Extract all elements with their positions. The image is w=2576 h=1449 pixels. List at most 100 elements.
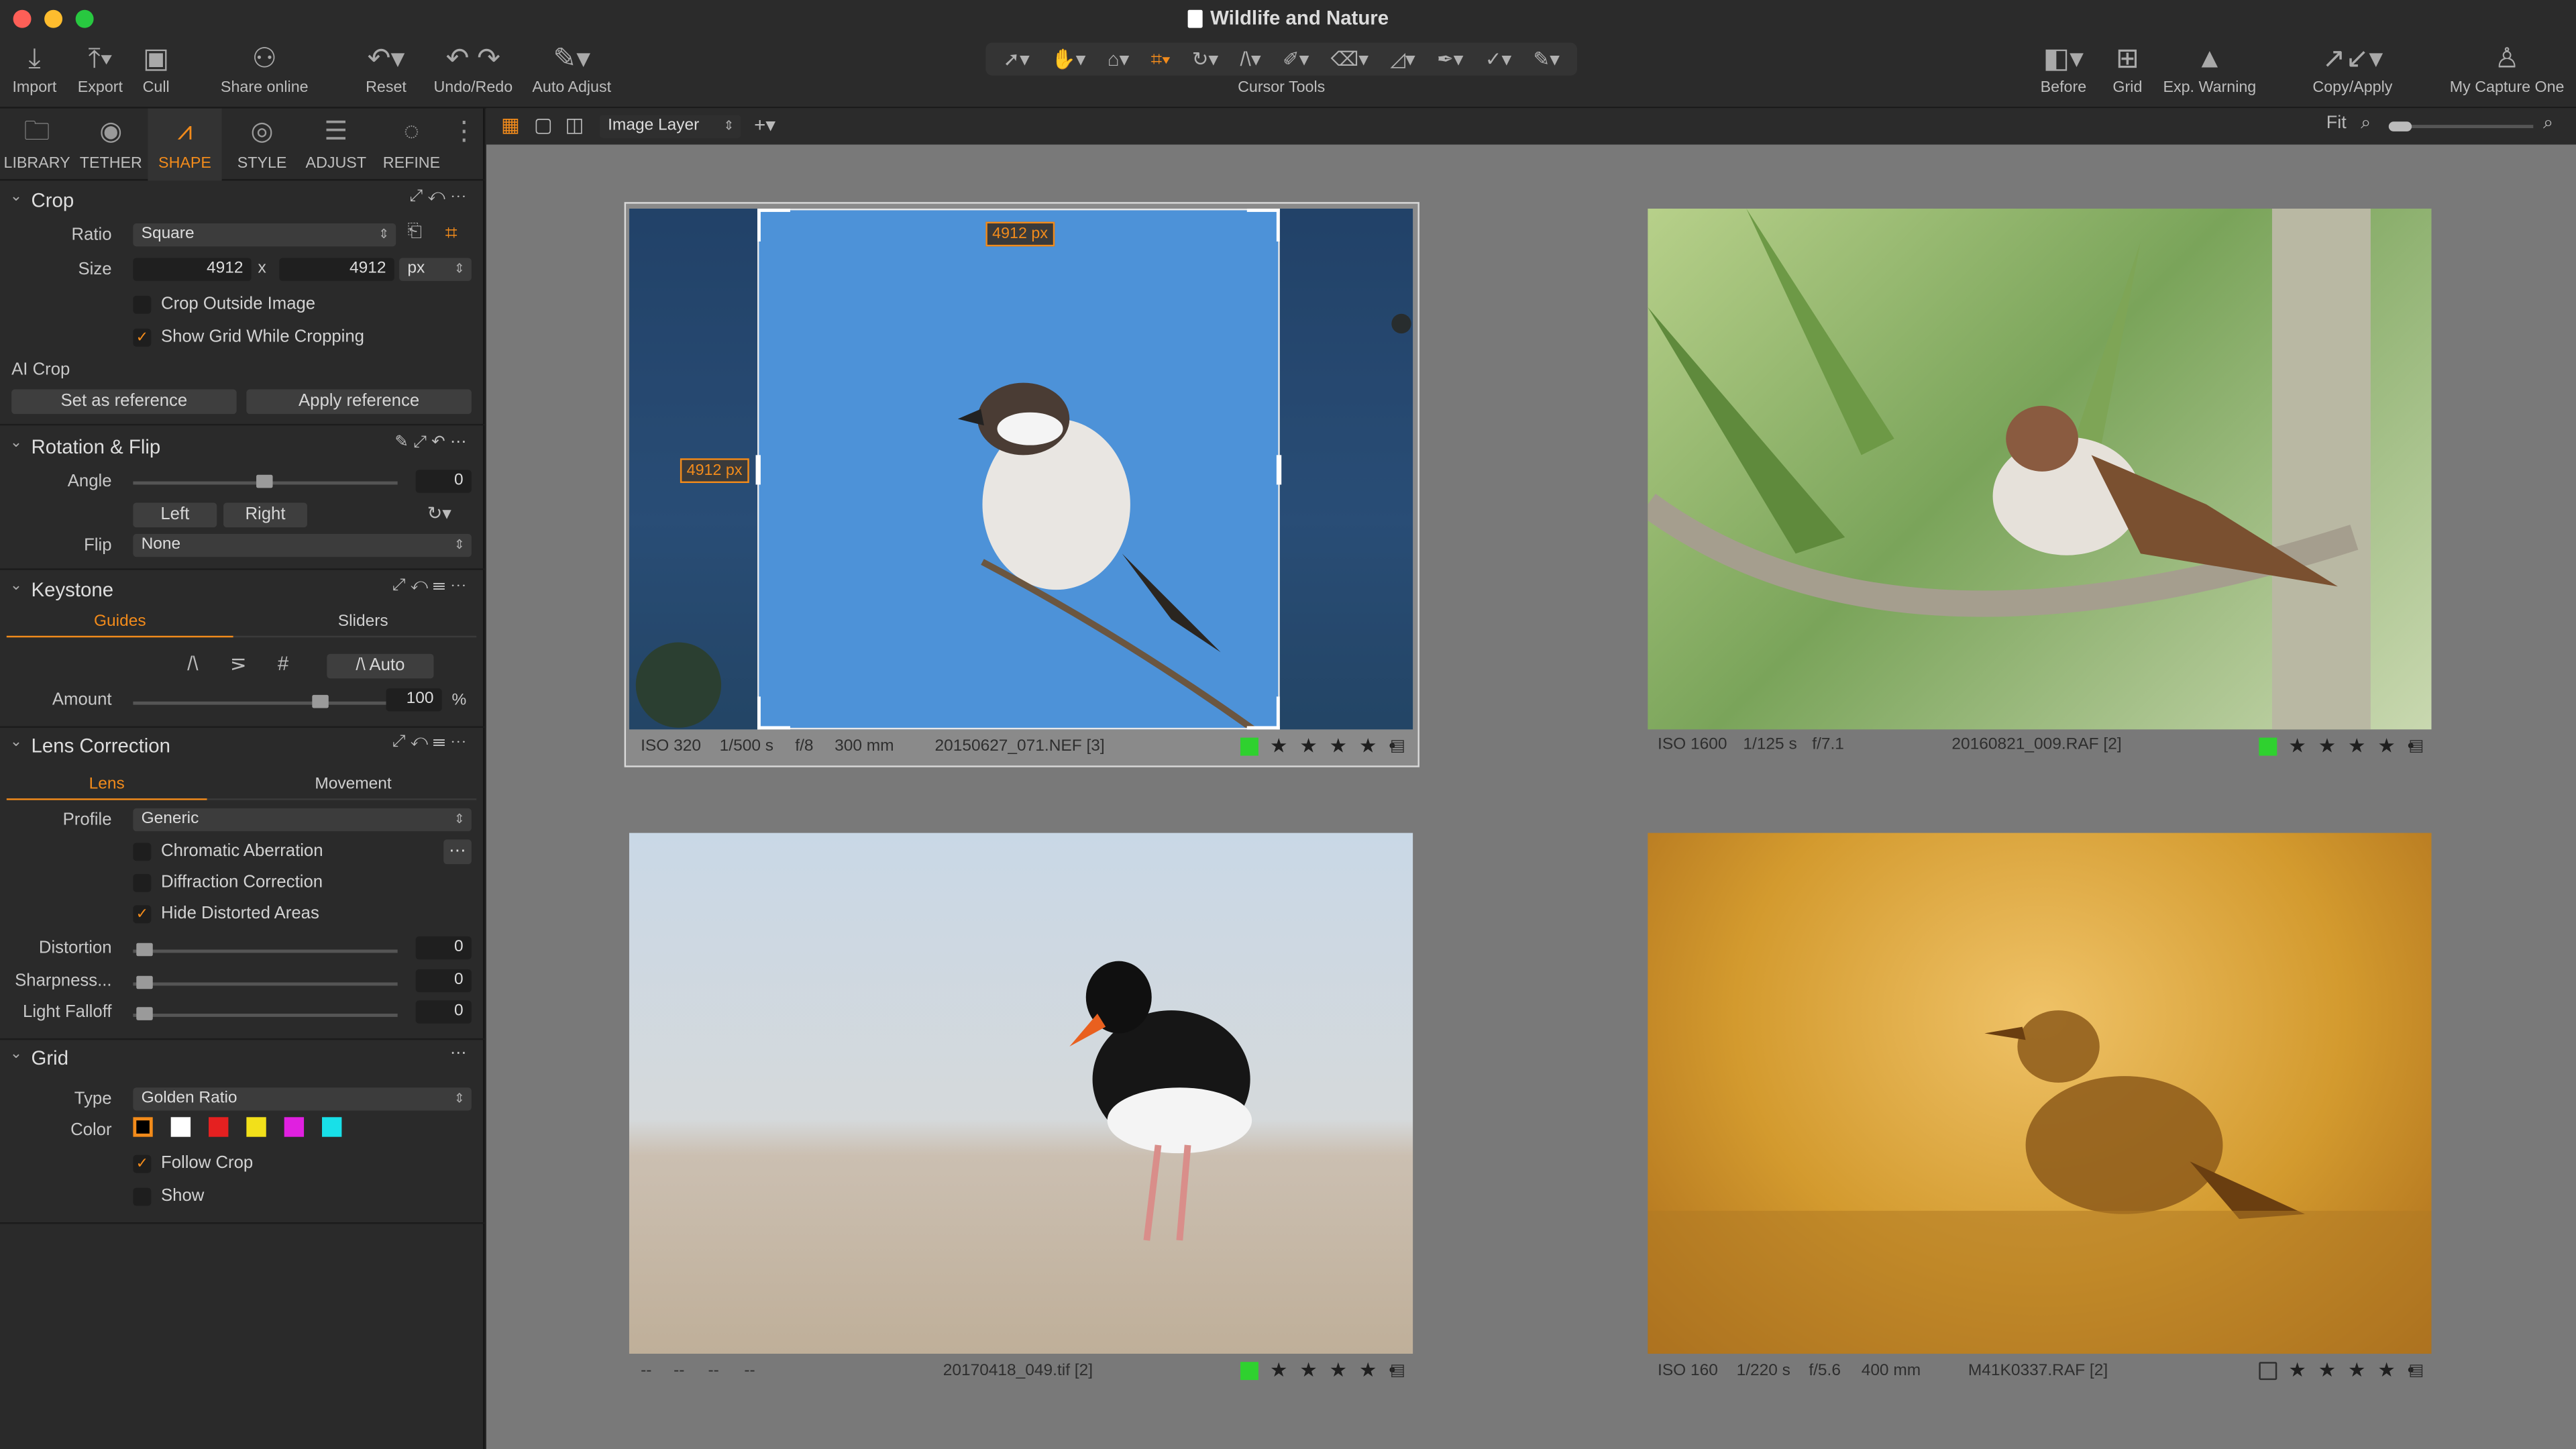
grid-color-swatch[interactable] bbox=[246, 1117, 266, 1137]
info-icon[interactable]: ▤ bbox=[2408, 1362, 2424, 1380]
rotation-section-header[interactable]: ⌄ Rotation & Flip ✎⤢↶⋯ bbox=[0, 431, 484, 464]
crop-tool-icon[interactable]: ⌗ bbox=[445, 220, 458, 246]
tab-adjust[interactable]: ☰ ADJUST bbox=[299, 109, 373, 181]
chromatic-more-button[interactable]: ⋯ bbox=[443, 839, 472, 865]
grid-color-swatch[interactable] bbox=[322, 1117, 342, 1137]
tab-lens[interactable]: Lens bbox=[7, 775, 207, 794]
set-reference-button[interactable]: Set as reference bbox=[11, 389, 237, 415]
follow-crop-checkbox[interactable]: ✓ Follow Crop bbox=[133, 1153, 253, 1175]
amount-input[interactable]: 100 bbox=[386, 688, 442, 712]
crop-cursor-icon[interactable]: ⌗▾ bbox=[1151, 47, 1171, 72]
zoom-window-button[interactable] bbox=[75, 9, 94, 28]
import-button[interactable]: ⤓ Import bbox=[8, 36, 60, 109]
crop-handle[interactable] bbox=[1276, 696, 1280, 730]
keystone-section-header[interactable]: ⌄ Keystone ⤢↶☰⋯ bbox=[0, 574, 484, 606]
copy-apply-button[interactable]: ↗↙▾ Copy/Apply bbox=[2303, 36, 2402, 109]
keystone-horizontal-icon[interactable]: ⋝ bbox=[230, 652, 247, 675]
lens-section-header[interactable]: ⌄ Lens Correction ⤢↶☰⋯ bbox=[0, 729, 484, 762]
crop-outside-checkbox[interactable]: Crop Outside Image bbox=[133, 294, 315, 315]
single-view-icon[interactable]: ▢ bbox=[534, 113, 553, 136]
star-rating[interactable]: ★ ★ ★ ★ • bbox=[1270, 1358, 1399, 1381]
zoom-slider[interactable] bbox=[2388, 121, 2534, 131]
zoom-slider-knob[interactable] bbox=[2388, 121, 2412, 131]
crop-width-input[interactable]: 4912 bbox=[133, 258, 252, 281]
layer-select[interactable]: Image Layer ⇕ bbox=[599, 115, 741, 138]
zoom-in-icon[interactable]: ⌕ bbox=[2543, 113, 2553, 135]
grid-color-swatch[interactable] bbox=[133, 1117, 153, 1137]
multi-view-icon[interactable]: ▦ bbox=[501, 113, 520, 136]
share-online-button[interactable]: ⚇ Share online bbox=[213, 36, 315, 109]
cull-button[interactable]: ▣ Cull bbox=[135, 36, 178, 109]
tab-sliders[interactable]: Sliders bbox=[250, 612, 476, 631]
crop-handle[interactable] bbox=[1246, 209, 1280, 212]
angle-slider[interactable] bbox=[133, 474, 398, 488]
export-button[interactable]: ⤒▾ Export bbox=[72, 36, 128, 109]
keystone-auto-button[interactable]: /\ Auto bbox=[327, 653, 434, 679]
add-layer-icon[interactable]: +▾ bbox=[754, 113, 775, 136]
flip-select[interactable]: None ⇕ bbox=[133, 533, 472, 557]
before-button[interactable]: ◧▾ Before bbox=[2031, 36, 2096, 109]
rotate-right-button[interactable]: Right bbox=[223, 502, 307, 528]
rotate-free-icon[interactable]: ↻▾ bbox=[427, 502, 451, 524]
tab-shape[interactable]: ⩘ SHAPE bbox=[148, 108, 222, 181]
grid-color-swatch[interactable] bbox=[170, 1117, 191, 1137]
section-actions-icon[interactable]: ⋯ bbox=[450, 1045, 472, 1063]
ratio-select[interactable]: Square ⇕ bbox=[133, 223, 396, 247]
crop-height-input[interactable]: 4912 bbox=[279, 258, 394, 281]
crop-handle[interactable] bbox=[1276, 455, 1282, 485]
thumbnail-image-2[interactable] bbox=[1648, 209, 2432, 730]
compare-view-icon[interactable]: ◫ bbox=[565, 113, 584, 136]
falloff-slider[interactable] bbox=[133, 1007, 398, 1020]
pen-cursor-icon[interactable]: ✒▾ bbox=[1437, 48, 1463, 70]
show-grid-checkbox[interactable]: ✓ Show Grid While Cropping bbox=[133, 327, 364, 348]
minimize-window-button[interactable] bbox=[44, 9, 63, 28]
info-icon[interactable]: ▤ bbox=[1390, 1362, 1405, 1380]
rotate-cursor-icon[interactable]: ↻▾ bbox=[1192, 48, 1218, 70]
angle-slider-knob[interactable] bbox=[256, 474, 273, 488]
star-rating[interactable]: ★ ★ ★ ★ • bbox=[1270, 735, 1399, 757]
angle-input[interactable]: 0 bbox=[415, 470, 472, 493]
keystone-grid-icon[interactable]: # bbox=[278, 652, 288, 675]
keystone-vertical-icon[interactable]: /\ bbox=[187, 652, 198, 675]
tab-style[interactable]: ◎ STYLE bbox=[225, 109, 299, 181]
info-icon[interactable]: ▤ bbox=[1390, 738, 1405, 756]
select-cursor-icon[interactable]: ➚▾ bbox=[1003, 48, 1029, 70]
annotate-cursor-icon[interactable]: ✎▾ bbox=[1533, 48, 1559, 70]
auto-adjust-button[interactable]: ✎▾ Auto Adjust bbox=[526, 36, 618, 109]
picker-cursor-icon[interactable]: ✓▾ bbox=[1485, 48, 1511, 70]
exposure-warning-button[interactable]: ▲ Exp. Warning bbox=[2159, 36, 2261, 109]
crop-handle[interactable] bbox=[755, 455, 761, 485]
amount-slider[interactable] bbox=[133, 694, 398, 708]
grid-section-header[interactable]: ⌄ Grid ⋯ bbox=[0, 1042, 484, 1075]
info-icon[interactable]: ▤ bbox=[2408, 738, 2424, 756]
gradient-cursor-icon[interactable]: ◿▾ bbox=[1390, 48, 1415, 70]
distortion-input[interactable]: 0 bbox=[415, 936, 472, 960]
profile-select[interactable]: Generic ⇕ bbox=[133, 808, 472, 832]
color-tag-green[interactable] bbox=[2259, 737, 2277, 756]
stamp-cursor-icon[interactable]: ⌂▾ bbox=[1108, 48, 1130, 70]
grid-toggle-button[interactable]: ⊞ Grid bbox=[2106, 36, 2149, 109]
section-actions-icon[interactable]: ✎⤢↶⋯ bbox=[394, 434, 472, 452]
tab-library[interactable]: 🗀 LIBRARY bbox=[0, 109, 74, 181]
falloff-knob[interactable] bbox=[136, 1007, 153, 1020]
close-window-button[interactable] bbox=[13, 9, 32, 28]
tab-tether[interactable]: ◉ TETHER bbox=[74, 109, 148, 181]
zoom-fit-button[interactable]: Fit bbox=[2326, 113, 2347, 133]
tab-refine[interactable]: ◌ REFINE bbox=[374, 109, 448, 181]
star-rating[interactable]: ★ ★ ★ ★ • bbox=[2288, 1358, 2417, 1381]
hide-distorted-checkbox[interactable]: ✓ Hide Distorted Areas bbox=[133, 904, 319, 925]
sharpness-knob[interactable] bbox=[136, 975, 153, 989]
grid-color-swatch[interactable] bbox=[284, 1117, 305, 1137]
crop-handle[interactable] bbox=[757, 696, 761, 730]
amount-slider-knob[interactable] bbox=[311, 694, 329, 708]
section-actions-icon[interactable]: ⤢↶☰⋯ bbox=[392, 577, 472, 595]
pan-cursor-icon[interactable]: ✋▾ bbox=[1051, 48, 1085, 70]
chromatic-aberration-checkbox[interactable]: Chromatic Aberration bbox=[133, 841, 323, 863]
distortion-slider[interactable] bbox=[133, 943, 398, 957]
unit-select[interactable]: px ⇕ bbox=[399, 258, 472, 281]
aspect-lock-icon[interactable]: ⎗ bbox=[407, 222, 422, 244]
grid-type-select[interactable]: Golden Ratio ⇕ bbox=[133, 1087, 472, 1111]
tab-guides[interactable]: Guides bbox=[7, 612, 233, 631]
crop-handle[interactable] bbox=[1246, 726, 1280, 730]
crop-handle[interactable] bbox=[757, 209, 761, 242]
